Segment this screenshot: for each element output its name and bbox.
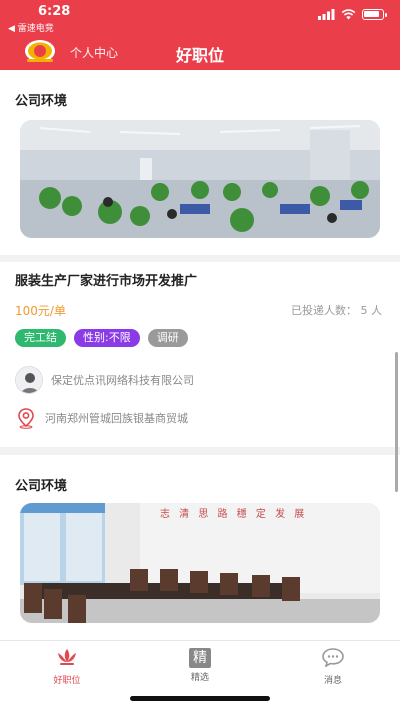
tag-gender: 性别:不限 xyxy=(74,329,140,347)
tab-messages[interactable]: 消息 xyxy=(293,647,373,686)
home-indicator[interactable] xyxy=(130,696,270,701)
jing-icon: 精 xyxy=(189,648,211,668)
job-title[interactable]: 服装生产厂家进行市场开发推广 xyxy=(15,270,197,289)
tab-label: 精选 xyxy=(190,673,209,683)
tab-featured[interactable]: 精 精选 xyxy=(160,647,240,683)
env-section-1: 公司环境 xyxy=(0,70,400,255)
env-section-2: 公司环境 志 清 思 路 穩 定 发 展 xyxy=(0,455,400,640)
office-photo-image xyxy=(20,120,380,238)
job-tags: 完工结 性别:不限 调研 xyxy=(15,329,188,347)
company-avatar xyxy=(15,366,43,394)
address-text: 河南郑州管城回族银基商贸城 xyxy=(45,412,188,425)
env-section-title: 公司环境 xyxy=(15,94,68,109)
job-price: 100元/单 xyxy=(15,304,66,318)
job-feed[interactable]: 公司环境 服装生产厂家进行市场开发推广 100元/单 已投递人数： 5 人 完工… xyxy=(0,70,400,640)
address-row: 河南郑州管城回族银基商贸城 xyxy=(15,407,188,429)
applied-count: 已投递人数： 5 人 xyxy=(291,304,382,317)
meeting-room-photo[interactable]: 志 清 思 路 穩 定 发 展 xyxy=(20,503,380,623)
company-row[interactable]: 保定优点讯网络科技有限公司 xyxy=(15,366,194,394)
tab-label: 好职位 xyxy=(53,676,81,686)
tag-settlement: 完工结 xyxy=(15,329,66,347)
battery-icon xyxy=(362,9,387,20)
scrollbar[interactable] xyxy=(395,352,398,492)
signal-icon xyxy=(318,9,335,20)
location-pin-icon xyxy=(18,408,34,429)
app-header: 6:28 ◀ 雷速电竞 个人中心 好职位 xyxy=(0,0,400,70)
status-time: 6:28 xyxy=(38,4,71,19)
company-name: 保定优点讯网络科技有限公司 xyxy=(51,374,194,387)
tab-label: 消息 xyxy=(323,676,342,686)
office-photo[interactable] xyxy=(20,120,380,238)
wall-slogan: 志 清 思 路 穩 定 发 展 xyxy=(160,507,307,520)
env-section-title: 公司环境 xyxy=(15,479,68,494)
wifi-icon xyxy=(341,9,356,20)
status-icons xyxy=(318,9,387,20)
tag-category: 调研 xyxy=(147,329,188,347)
lotus-icon xyxy=(58,649,76,665)
chat-bubble-icon xyxy=(322,648,344,668)
meeting-room-photo-image: 志 清 思 路 穩 定 发 展 xyxy=(20,503,380,623)
page-title: 好职位 xyxy=(175,46,224,65)
tab-good-jobs[interactable]: 好职位 xyxy=(27,647,107,686)
status-back-app[interactable]: ◀ 雷速电竞 xyxy=(8,21,54,34)
